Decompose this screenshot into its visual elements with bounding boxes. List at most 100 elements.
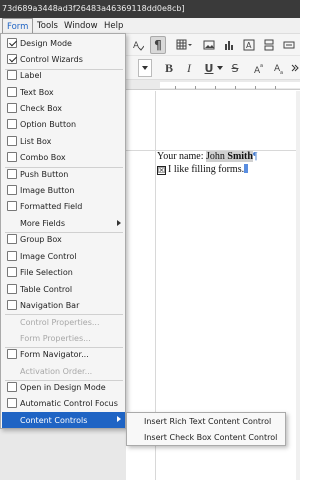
design-mode-checkbox xyxy=(7,38,17,48)
menu-item-label: Formatted Field xyxy=(20,202,83,211)
menu-item-content-controls[interactable]: Content Controls xyxy=(2,412,125,428)
content-controls-submenu: Insert Rich Text Content Control Insert … xyxy=(126,412,286,446)
checkbox-label-text: I like filling forms. xyxy=(168,164,245,175)
font-size-dropdown[interactable] xyxy=(138,59,152,77)
file-selection-icon xyxy=(7,267,17,277)
menu-item-formatted-field[interactable]: Formatted Field xyxy=(2,199,125,214)
menu-item-label-control[interactable]: Label xyxy=(2,68,125,83)
insert-chart-icon[interactable] xyxy=(222,36,236,54)
ruler-tick xyxy=(235,86,236,89)
menu-item-label: Text Box xyxy=(20,88,54,97)
menu-item-option-button[interactable]: Option Button xyxy=(2,117,125,132)
strikethrough-button[interactable]: S xyxy=(228,59,242,77)
svg-text:A: A xyxy=(133,41,140,51)
menu-item-automatic-control-focus[interactable]: Automatic Control Focus xyxy=(2,396,125,411)
window-title: 73d689a3448ad3f26483a46369118dd0e8cb] xyxy=(2,4,185,13)
text-box-icon xyxy=(7,87,17,97)
menu-item-label: File Selection xyxy=(20,268,73,277)
menu-item-label: Image Button xyxy=(20,186,75,195)
menu-item-insert-rich-text-content-control[interactable]: Insert Rich Text Content Control xyxy=(144,417,271,426)
menu-item-label: List Box xyxy=(20,137,52,146)
document-line-checkbox[interactable]: ☒ I like filling forms. xyxy=(157,164,249,175)
subscript-icon[interactable]: Aa xyxy=(272,59,286,77)
menu-item-design-mode[interactable]: Design Mode xyxy=(2,36,125,51)
group-box-icon xyxy=(7,234,17,244)
menu-item-group-box[interactable]: Group Box xyxy=(2,232,125,247)
menu-item-label: Option Button xyxy=(20,120,77,129)
menu-item-navigation-bar[interactable]: Navigation Bar xyxy=(2,298,125,313)
menu-item-list-box[interactable]: List Box xyxy=(2,134,125,149)
vertical-scrollbar[interactable] xyxy=(296,91,300,480)
menu-item-insert-check-box-content-control[interactable]: Insert Check Box Content Control xyxy=(144,433,277,442)
menu-item-form-properties: Form Properties... xyxy=(2,331,125,346)
spelling-icon[interactable]: A xyxy=(130,36,146,54)
superscript-icon[interactable]: Aa xyxy=(252,59,266,77)
menu-item-label: Push Button xyxy=(20,170,69,179)
menu-item-combo-box[interactable]: Combo Box xyxy=(2,150,125,165)
last-name-text: Smith xyxy=(227,151,253,162)
menu-item-label: Content Controls xyxy=(20,415,88,425)
menu-item-file-selection[interactable]: File Selection xyxy=(2,265,125,280)
menu-item-label: Form Properties... xyxy=(20,334,91,343)
menu-item-label: Form Navigator... xyxy=(20,350,89,359)
menu-item-label: Table Control xyxy=(20,285,73,294)
automatic-control-focus-checkbox xyxy=(7,398,17,408)
first-name-text: John xyxy=(205,151,228,162)
svg-text:a: a xyxy=(260,63,263,69)
open-in-design-mode-checkbox xyxy=(7,382,17,392)
menu-item-more-fields[interactable]: More Fields xyxy=(2,216,125,231)
menu-item-activation-order: Activation Order... xyxy=(2,364,125,379)
menu-item-label: Design Mode xyxy=(20,39,72,48)
document-line-name[interactable]: Your name: John Smith¶ xyxy=(157,151,257,162)
menu-item-label: Combo Box xyxy=(20,153,66,162)
italic-button[interactable]: I xyxy=(182,59,196,77)
underline-dropdown-icon[interactable] xyxy=(216,59,224,77)
combo-box-icon xyxy=(7,152,17,162)
menu-item-label: Control Properties... xyxy=(20,318,100,327)
checkbox-content-control[interactable]: ☒ xyxy=(157,166,166,175)
name-label-text: Your name: xyxy=(157,151,206,162)
form-navigator-icon xyxy=(7,349,17,359)
formatting-marks-button[interactable]: ¶ xyxy=(150,36,166,54)
insert-page-break-icon[interactable] xyxy=(262,36,276,54)
menu-item-image-control[interactable]: Image Control xyxy=(2,249,125,264)
submenu-arrow-icon xyxy=(117,416,121,422)
table-control-icon xyxy=(7,284,17,294)
menu-item-text-box[interactable]: Text Box xyxy=(2,85,125,100)
list-box-icon xyxy=(7,136,17,146)
menu-item-table-control[interactable]: Table Control xyxy=(2,282,125,297)
menu-item-open-in-design-mode[interactable]: Open in Design Mode xyxy=(2,380,125,395)
underline-button[interactable]: U xyxy=(202,59,216,77)
menu-item-label: Check Box xyxy=(20,104,63,113)
insert-image-icon[interactable] xyxy=(202,36,216,54)
menu-item-label: Label xyxy=(20,71,42,80)
submenu-arrow-icon xyxy=(117,220,121,226)
menu-tools[interactable]: Tools xyxy=(33,18,62,34)
bold-button[interactable]: B xyxy=(162,59,176,77)
label-control-icon xyxy=(7,70,17,80)
menu-item-push-button[interactable]: Push Button xyxy=(2,167,125,182)
menu-item-label: Control Wizards xyxy=(20,55,83,64)
insert-text-box-icon[interactable]: A xyxy=(242,36,256,54)
insert-field-icon[interactable] xyxy=(282,36,296,54)
ruler-text-area xyxy=(160,82,300,88)
more-formatting-icon[interactable] xyxy=(290,59,300,77)
menu-item-label: Activation Order... xyxy=(20,367,93,376)
text-cursor xyxy=(244,164,249,173)
insert-table-icon[interactable] xyxy=(174,36,194,54)
menu-item-image-button[interactable]: Image Button xyxy=(2,183,125,198)
svg-text:a: a xyxy=(280,70,283,74)
menu-item-control-wizards[interactable]: Control Wizards xyxy=(2,52,125,67)
menu-item-label: Automatic Control Focus xyxy=(20,399,118,408)
ruler-tick xyxy=(215,86,216,89)
image-button-icon xyxy=(7,185,17,195)
menu-item-label: More Fields xyxy=(20,219,66,228)
menu-item-check-box[interactable]: Check Box xyxy=(2,101,125,116)
formatted-field-icon xyxy=(7,201,17,211)
menu-item-form-navigator[interactable]: Form Navigator... xyxy=(2,347,125,362)
menu-form[interactable]: Form xyxy=(2,18,34,34)
menu-window[interactable]: Window xyxy=(60,18,102,34)
menu-help[interactable]: Help xyxy=(100,18,127,34)
name-content-control[interactable]: John Smith xyxy=(205,151,253,162)
option-button-icon xyxy=(7,119,17,129)
